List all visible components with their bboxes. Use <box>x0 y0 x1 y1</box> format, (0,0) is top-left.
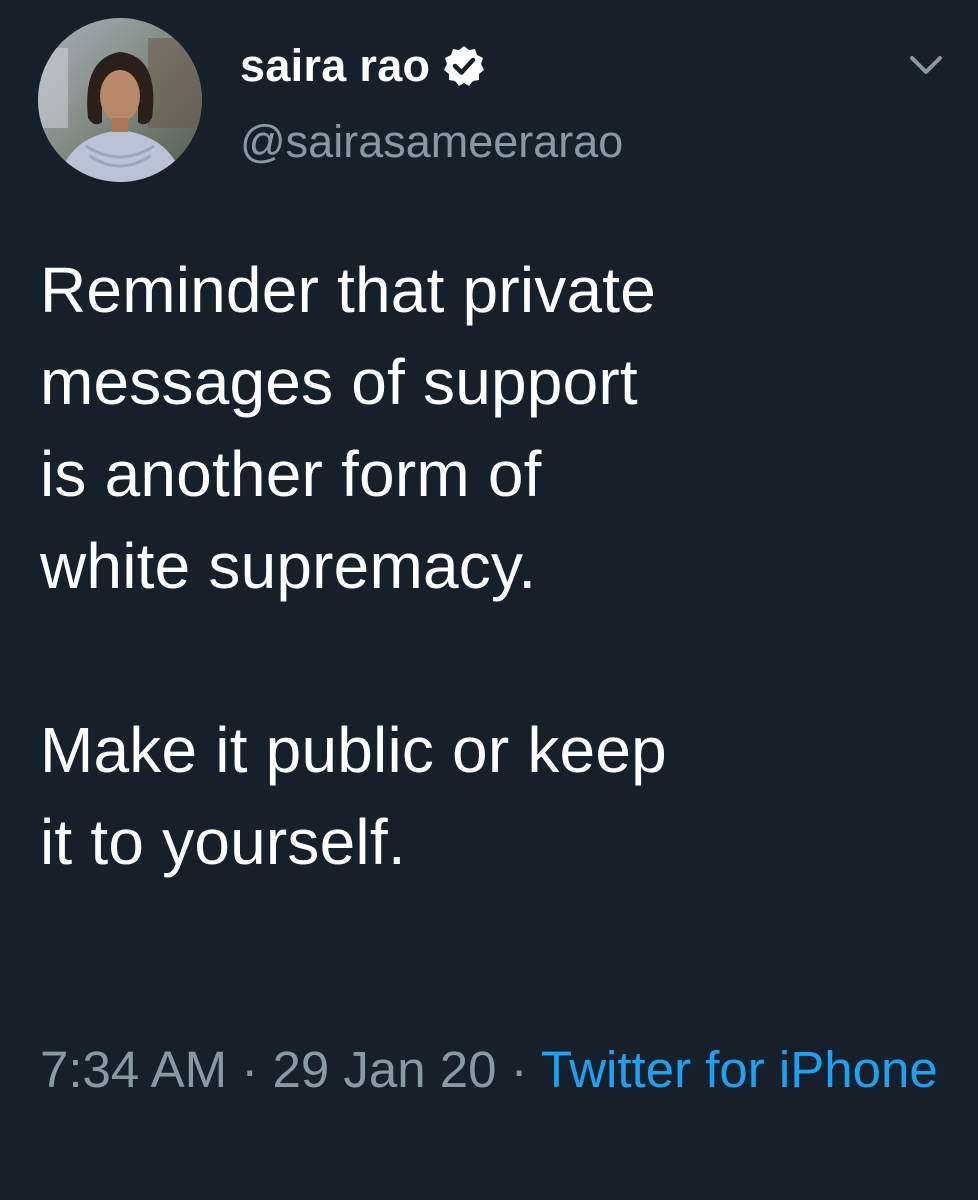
tweet-time[interactable]: 7:34 AM <box>40 1041 227 1098</box>
tweet-source-link[interactable]: Twitter for iPhone <box>541 1041 938 1098</box>
meta-separator: · <box>496 1041 541 1098</box>
tweet-line: white supremacy. <box>40 530 537 602</box>
user-handle[interactable]: @sairasameerarao <box>240 110 623 174</box>
tweet-line: messages of support <box>40 346 638 418</box>
user-info: saira rao @sairasameerarao <box>240 34 623 174</box>
tweet-line: Reminder that private <box>40 254 657 326</box>
name-row: saira rao <box>240 34 623 98</box>
tweet-line: is another form of <box>40 438 542 510</box>
display-name[interactable]: saira rao <box>240 34 430 98</box>
meta-separator: · <box>227 1041 273 1098</box>
verified-badge-icon <box>442 44 486 88</box>
tweet-metadata: 7:34 AM · 29 Jan 20 · Twitter for iPhone <box>40 1032 940 1108</box>
avatar[interactable] <box>38 18 202 182</box>
tweet-text: Reminder that private messages of suppor… <box>40 244 940 888</box>
tweet-card: saira rao @sairasameerarao Reminder that… <box>0 0 978 1200</box>
tweet-line: Make it public or keep <box>40 714 667 786</box>
tweet-line: it to yourself. <box>40 806 406 878</box>
chevron-down-icon[interactable] <box>904 50 948 80</box>
tweet-date[interactable]: 29 Jan 20 <box>272 1041 496 1098</box>
avatar-photo <box>38 18 202 182</box>
